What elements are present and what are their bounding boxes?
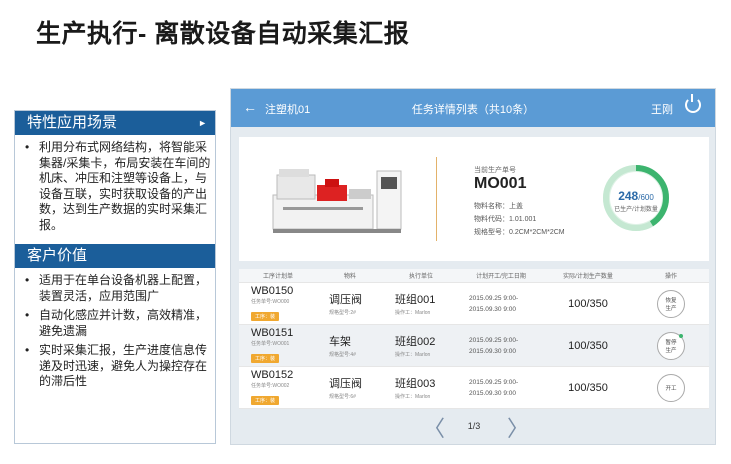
gauge-value: 248/600	[601, 189, 671, 203]
page-title: 任务详情列表（共10条）	[411, 104, 535, 116]
col-header: 物料	[343, 274, 356, 280]
material-name: 物料名称：上盖	[474, 203, 523, 210]
material-code: 物料代码：1.01.001	[474, 216, 537, 223]
plan-number: WB0152	[251, 368, 294, 381]
unit: 班组001	[395, 294, 436, 306]
plan-number: WB0150	[251, 284, 294, 297]
section-header-value: 客户价值	[15, 244, 215, 268]
table-row[interactable]: WB0150 任务单号:WO000 工序：装 调压阀规格型号:2# 班组001 操作工…	[239, 283, 709, 325]
order-label: 当前生产单号	[474, 167, 516, 174]
value-list: 适用于在单台设备机器上配置，装置灵活，应用范围广 自动化感应并计数，高效精准，避…	[15, 268, 215, 398]
op-label: 暂停	[665, 339, 677, 346]
gauge-text: 248/600 已生产/计划数量	[601, 189, 671, 213]
col-header: 实际/计划生产数量	[563, 274, 613, 280]
table-row[interactable]: WB0152 任务单号:WO002 工序：装 调压阀规格型号:6# 班组003 操作工…	[239, 367, 709, 409]
app-header: ← 注塑机01 任务详情列表（共10条） 王刚	[231, 89, 715, 127]
spec: 规格型号:2#	[329, 310, 356, 316]
col-header: 计划开工/完工日期	[476, 274, 526, 280]
quantity: 100/350	[568, 381, 608, 394]
op-label: 恢复	[665, 297, 677, 304]
status-dot-icon	[679, 333, 683, 338]
bullet-item: 利用分布式网络结构，将智能采集器/采集卡，布局安装在车间的机床、冲压和注塑等设备…	[25, 140, 211, 233]
start-date: 2015.09.25 9:00-	[469, 294, 519, 302]
spec: 规格型号:4#	[329, 352, 356, 358]
pause-button[interactable]: 暂停 生产	[657, 331, 685, 360]
divider	[436, 157, 437, 241]
plan-number: WB0151	[251, 326, 294, 339]
material-spec: 规格型号：0.2CM*2CM*2CM	[474, 229, 565, 236]
injection-machine-image	[272, 169, 402, 233]
process-badge: 工序：装	[251, 395, 280, 405]
table-row[interactable]: WB0151 任务单号:WO001 工序：装 车架规格型号:4# 班组002 操作工：…	[239, 325, 709, 367]
power-icon[interactable]	[685, 94, 701, 113]
material: 车架	[329, 336, 351, 348]
bullet-item: 实时采集汇报，生产进度信息传递及时迅速，避免人为操控存在的滞后性	[25, 343, 211, 390]
feature-panel: 特性应用场景 ► 利用分布式网络结构，将智能采集器/采集卡，布局安装在车间的机床…	[14, 110, 216, 444]
worker: 操作工：Marlon	[395, 394, 431, 400]
task-number: 任务单号:WO001	[251, 340, 290, 347]
pagination: 〈 1/3 〉	[231, 415, 715, 441]
section-title: 特性应用场景	[27, 114, 118, 131]
op-label: 开工	[665, 385, 677, 392]
quantity: 100/350	[568, 297, 608, 310]
unit: 班组003	[395, 378, 436, 390]
start-work-button[interactable]: 开工	[657, 373, 685, 402]
col-header: 工序计划单	[262, 274, 293, 280]
quantity: 100/350	[568, 339, 608, 352]
chevron-left-icon[interactable]: 〈	[423, 411, 445, 443]
bullet-item: 适用于在单台设备机器上配置，装置灵活，应用范围广	[25, 273, 211, 304]
col-header: 执行单位	[408, 274, 433, 280]
user-name[interactable]: 王刚	[651, 101, 673, 117]
gauge-label: 已生产/计划数量	[614, 207, 658, 213]
unit: 班组002	[395, 336, 436, 348]
slide-title: 生产执行- 离散设备自动采集汇报	[36, 20, 410, 48]
gauge-done: 248	[618, 189, 639, 203]
end-date: 2015.09.30 9:00	[469, 347, 516, 355]
app-window: ← 注塑机01 任务详情列表（共10条） 王刚 当前生产单号 MO001 物料名…	[230, 88, 716, 445]
process-badge: 工序：装	[251, 353, 280, 363]
start-date: 2015.09.25 9:00-	[469, 336, 519, 344]
task-number: 任务单号:WO000	[251, 298, 290, 305]
col-header: 操作	[664, 274, 677, 280]
spec: 规格型号:6#	[329, 394, 356, 400]
task-table: 工序计划单 物料 执行单位 计划开工/完工日期 实际/计划生产数量 操作 WB0…	[239, 269, 709, 409]
op-label: 生产	[665, 347, 677, 354]
table-header: 工序计划单 物料 执行单位 计划开工/完工日期 实际/计划生产数量 操作	[239, 269, 709, 283]
resume-button[interactable]: 恢复 生产	[657, 289, 685, 318]
start-date: 2015.09.25 9:00-	[469, 378, 519, 386]
op-label: 生产	[665, 305, 677, 312]
current-order-card: 当前生产单号 MO001 物料名称：上盖 物料代码：1.01.001 规格型号：…	[239, 137, 709, 261]
worker: 操作工：Marlon	[395, 310, 431, 316]
material: 调压阀	[329, 378, 362, 390]
end-date: 2015.09.30 9:00	[469, 305, 516, 313]
section-header-scenario: 特性应用场景 ►	[15, 111, 215, 135]
process-badge: 工序：装	[251, 311, 280, 321]
chevron-right-icon[interactable]: 〉	[507, 411, 529, 443]
scenario-list: 利用分布式网络结构，将智能采集器/采集卡，布局安装在车间的机床、冲压和注塑等设备…	[15, 135, 215, 241]
order-number: MO001	[474, 175, 527, 192]
section-title: 客户价值	[27, 247, 88, 264]
worker: 操作工：Marlon	[395, 352, 431, 358]
bullet-item: 自动化感应并计数，高效精准，避免遗漏	[25, 308, 211, 339]
triangle-right-icon: ►	[198, 118, 207, 128]
gauge-total: /600	[638, 193, 654, 202]
task-number: 任务单号:WO002	[251, 382, 290, 389]
end-date: 2015.09.30 9:00	[469, 389, 516, 397]
page-indicator: 1/3	[467, 421, 481, 431]
material: 调压阀	[329, 294, 362, 306]
